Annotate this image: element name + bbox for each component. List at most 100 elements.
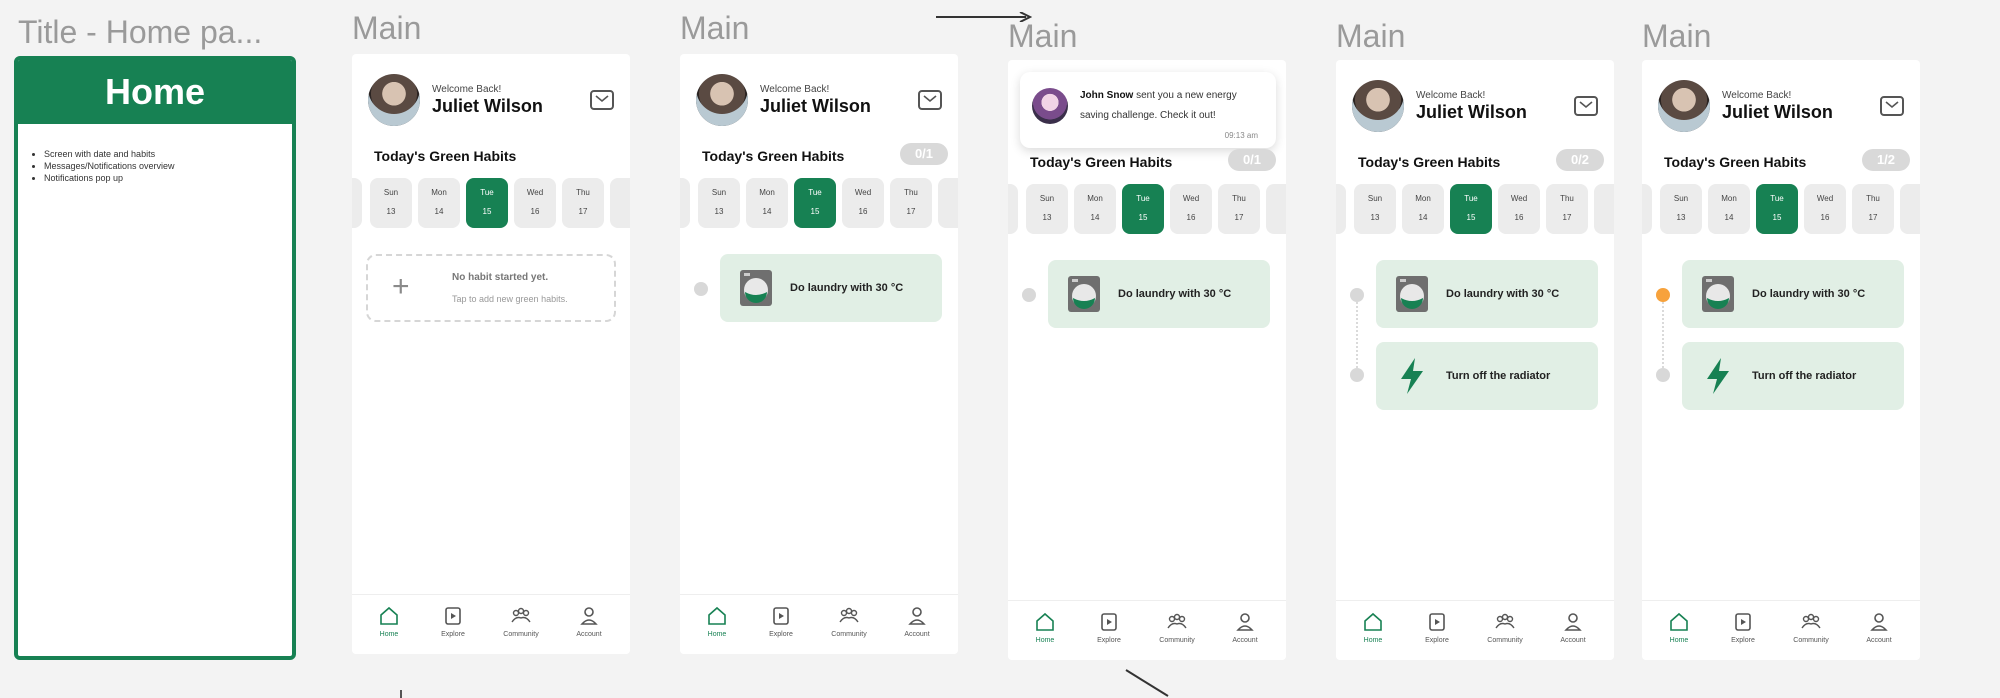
frame-label-main-3: Main: [1008, 18, 1078, 54]
day-item[interactable]: Thu 17: [890, 178, 932, 228]
notification-popup[interactable]: John Snow sent you a new energy saving c…: [1020, 72, 1276, 148]
day-item[interactable]: Thu 17: [1852, 184, 1894, 234]
tab-explore[interactable]: Explore: [1718, 611, 1768, 644]
mail-icon[interactable]: [918, 90, 942, 110]
habit-status-dot[interactable]: [1350, 368, 1364, 382]
tab-community[interactable]: Community: [1480, 611, 1530, 644]
day-partial[interactable]: [1642, 184, 1652, 234]
day-partial[interactable]: [1266, 184, 1286, 234]
day-partial[interactable]: [1336, 184, 1346, 234]
day-partial[interactable]: [1900, 184, 1920, 234]
day-partial[interactable]: [1008, 184, 1018, 234]
tab-explore[interactable]: Explore: [1084, 611, 1134, 644]
account-icon: [1564, 613, 1582, 631]
tab-home[interactable]: Home: [692, 605, 742, 638]
habit-status-dot[interactable]: [1656, 368, 1670, 382]
profile-header: Welcome Back! Juliet Wilson: [368, 74, 543, 126]
avatar[interactable]: [1352, 80, 1404, 132]
day-partial[interactable]: [352, 178, 362, 228]
screen-empty-state: Welcome Back! Juliet Wilson Today's Gree…: [352, 54, 630, 654]
welcome-text: Welcome Back!: [1416, 89, 1486, 101]
habit-card[interactable]: Do laundry with 30 °C: [1682, 260, 1904, 328]
habit-card[interactable]: Turn off the radiator: [1376, 342, 1598, 410]
day-item[interactable]: Wed 16: [1498, 184, 1540, 234]
habit-status-dot[interactable]: [1350, 288, 1364, 302]
tab-bar: Home Explore Community Account: [352, 594, 630, 654]
habit-card[interactable]: Do laundry with 30 °C: [1048, 260, 1270, 328]
habit-card[interactable]: Do laundry with 30 °C: [720, 254, 942, 322]
habit-status-dot[interactable]: [694, 282, 708, 296]
day-item[interactable]: Sun 13: [1660, 184, 1702, 234]
lightning-bolt-icon: [1707, 358, 1729, 394]
tab-community[interactable]: Community: [1152, 611, 1202, 644]
screen-one-habit: Welcome Back! Juliet Wilson Today's Gree…: [680, 54, 958, 654]
screen-notification: John Snow sent you a new energy saving c…: [1008, 60, 1286, 660]
bullet-item: Screen with date and habits: [44, 148, 292, 160]
habit-status-dot-done[interactable]: [1656, 288, 1670, 302]
community-icon: [1495, 613, 1515, 629]
tab-account[interactable]: Account: [1854, 611, 1904, 644]
tab-home[interactable]: Home: [364, 605, 414, 638]
day-item[interactable]: Thu 17: [1218, 184, 1260, 234]
tab-account[interactable]: Account: [892, 605, 942, 638]
tab-home[interactable]: Home: [1654, 611, 1704, 644]
tab-explore[interactable]: Explore: [428, 605, 478, 638]
tab-account[interactable]: Account: [1220, 611, 1270, 644]
day-item[interactable]: Mon 14: [1074, 184, 1116, 234]
tab-community[interactable]: Community: [496, 605, 546, 638]
day-item-selected[interactable]: Tue 15: [466, 178, 508, 228]
profile-header: Welcome Back! Juliet Wilson: [1352, 80, 1527, 132]
tab-home[interactable]: Home: [1020, 611, 1070, 644]
tab-explore[interactable]: Explore: [756, 605, 806, 638]
tab-account[interactable]: Account: [564, 605, 614, 638]
washing-machine-icon: [1068, 276, 1100, 312]
day-partial[interactable]: [1594, 184, 1614, 234]
avatar[interactable]: [368, 74, 420, 126]
tab-home[interactable]: Home: [1348, 611, 1398, 644]
day-item[interactable]: Sun 13: [1354, 184, 1396, 234]
frame-label-main-2: Main: [680, 10, 750, 46]
day-item[interactable]: Thu 17: [562, 178, 604, 228]
day-item[interactable]: Wed 16: [1804, 184, 1846, 234]
mail-icon[interactable]: [1880, 96, 1904, 116]
day-item[interactable]: Mon 14: [418, 178, 460, 228]
tab-community[interactable]: Community: [1786, 611, 1836, 644]
avatar[interactable]: [1658, 80, 1710, 132]
day-partial[interactable]: [610, 178, 630, 228]
add-habit-placeholder[interactable]: + No habit started yet. Tap to add new g…: [366, 254, 616, 322]
profile-header: Welcome Back! Juliet Wilson: [696, 74, 871, 126]
connector-stub: [400, 690, 402, 698]
lightning-bolt-icon: [1401, 358, 1423, 394]
mail-icon[interactable]: [590, 90, 614, 110]
habit-card[interactable]: Turn off the radiator: [1682, 342, 1904, 410]
tab-account[interactable]: Account: [1548, 611, 1598, 644]
explore-icon: [1429, 613, 1445, 631]
day-item[interactable]: Mon 14: [1708, 184, 1750, 234]
day-item[interactable]: Sun 13: [370, 178, 412, 228]
day-item[interactable]: Mon 14: [746, 178, 788, 228]
day-item[interactable]: Sun 13: [698, 178, 740, 228]
avatar[interactable]: [696, 74, 748, 126]
tab-community[interactable]: Community: [824, 605, 874, 638]
day-item-selected[interactable]: Tue 15: [1450, 184, 1492, 234]
sender-avatar: [1032, 88, 1068, 124]
habit-label: Do laundry with 30 °C: [790, 282, 904, 294]
mail-icon[interactable]: [1574, 96, 1598, 116]
bullet-item: Messages/Notifications overview: [44, 160, 292, 172]
tab-explore[interactable]: Explore: [1412, 611, 1462, 644]
habit-status-dot[interactable]: [1022, 288, 1036, 302]
day-partial[interactable]: [938, 178, 958, 228]
day-item[interactable]: Thu 17: [1546, 184, 1588, 234]
day-item[interactable]: Wed 16: [514, 178, 556, 228]
habit-card[interactable]: Do laundry with 30 °C: [1376, 260, 1598, 328]
community-icon: [511, 607, 531, 623]
day-partial[interactable]: [680, 178, 690, 228]
day-item-selected[interactable]: Tue 15: [1122, 184, 1164, 234]
washing-machine-icon: [740, 270, 772, 306]
day-item[interactable]: Mon 14: [1402, 184, 1444, 234]
day-item[interactable]: Wed 16: [842, 178, 884, 228]
day-item[interactable]: Sun 13: [1026, 184, 1068, 234]
day-item[interactable]: Wed 16: [1170, 184, 1212, 234]
day-item-selected[interactable]: Tue 15: [1756, 184, 1798, 234]
day-item-selected[interactable]: Tue 15: [794, 178, 836, 228]
